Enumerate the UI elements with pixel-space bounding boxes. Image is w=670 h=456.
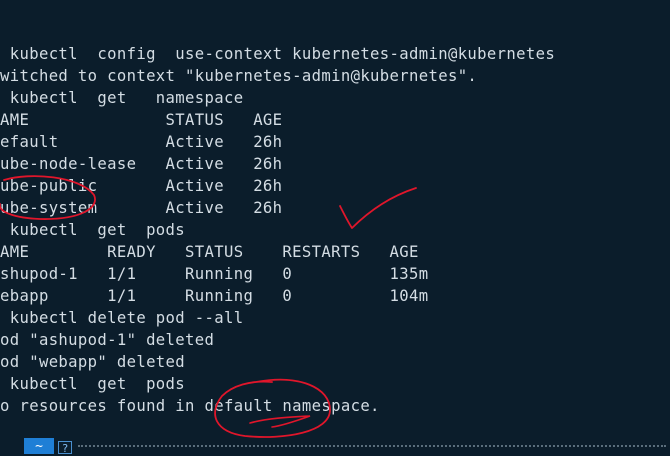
terminal-line: kubectl get namespace [0, 89, 244, 107]
terminal-line: kubectl config use-context kubernetes-ad… [0, 45, 556, 63]
help-icon[interactable]: ? [58, 441, 72, 455]
terminal-line: efault Active 26h [0, 133, 283, 151]
terminal-line: AME READY STATUS RESTARTS AGE [0, 243, 419, 261]
terminal-line: shupod-1 1/1 Running 0 135m [0, 265, 429, 283]
terminal-line: od "ashupod-1" deleted [0, 331, 215, 349]
terminal-line: ebapp 1/1 Running 0 104m [0, 287, 429, 305]
status-bar [0, 438, 670, 454]
terminal-line: od "webapp" deleted [0, 353, 186, 371]
terminal-line: kubectl delete pod --all [0, 309, 244, 327]
terminal-line: AME STATUS AGE [0, 111, 283, 129]
home-tab[interactable]: ~ [24, 438, 54, 454]
terminal-line: ube-node-lease Active 26h [0, 155, 283, 173]
terminal-output[interactable]: kubectl config use-context kubernetes-ad… [0, 0, 670, 438]
terminal-line: kubectl get pods [0, 375, 186, 393]
status-divider [78, 445, 666, 447]
terminal-line: witched to context "kubernetes-admin@kub… [0, 67, 478, 85]
terminal-line: kubectl get pods [0, 221, 186, 239]
terminal-line: ube-public Active 26h [0, 177, 283, 195]
terminal-line: o resources found in default namespace. [0, 397, 380, 415]
terminal-line: ube-system Active 26h [0, 199, 283, 217]
